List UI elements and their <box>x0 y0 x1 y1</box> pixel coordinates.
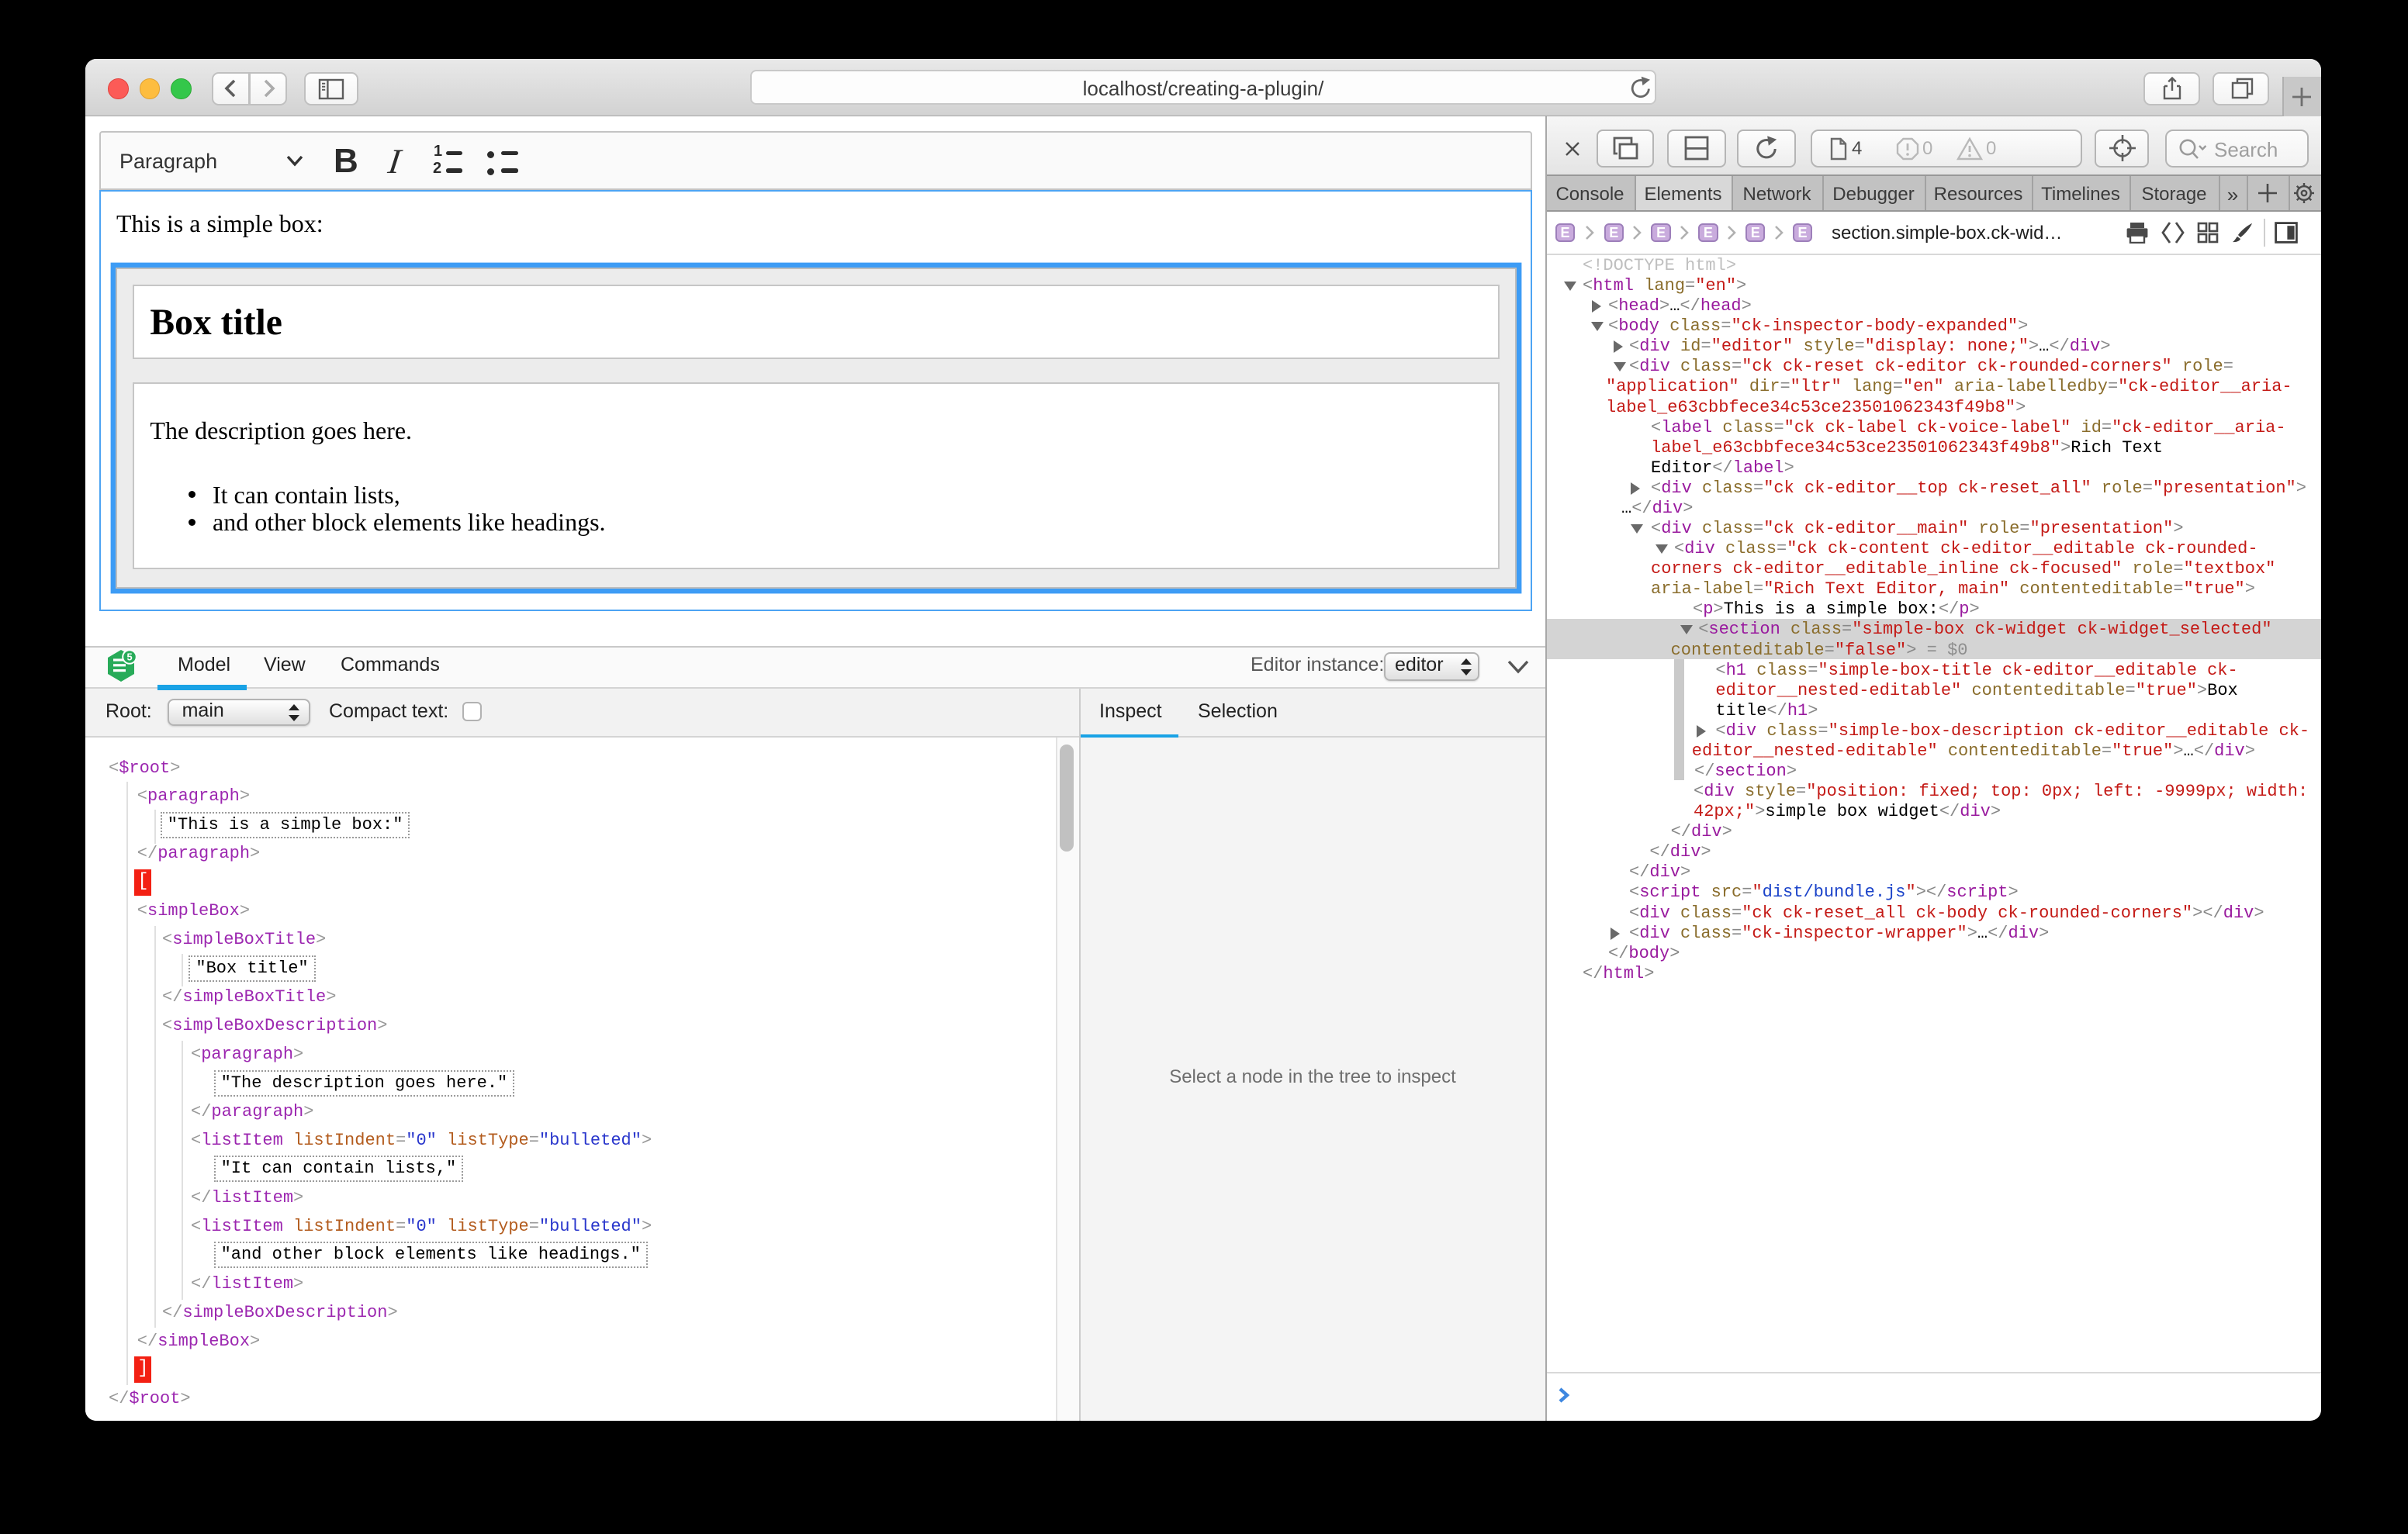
svg-text:5: 5 <box>126 651 132 662</box>
